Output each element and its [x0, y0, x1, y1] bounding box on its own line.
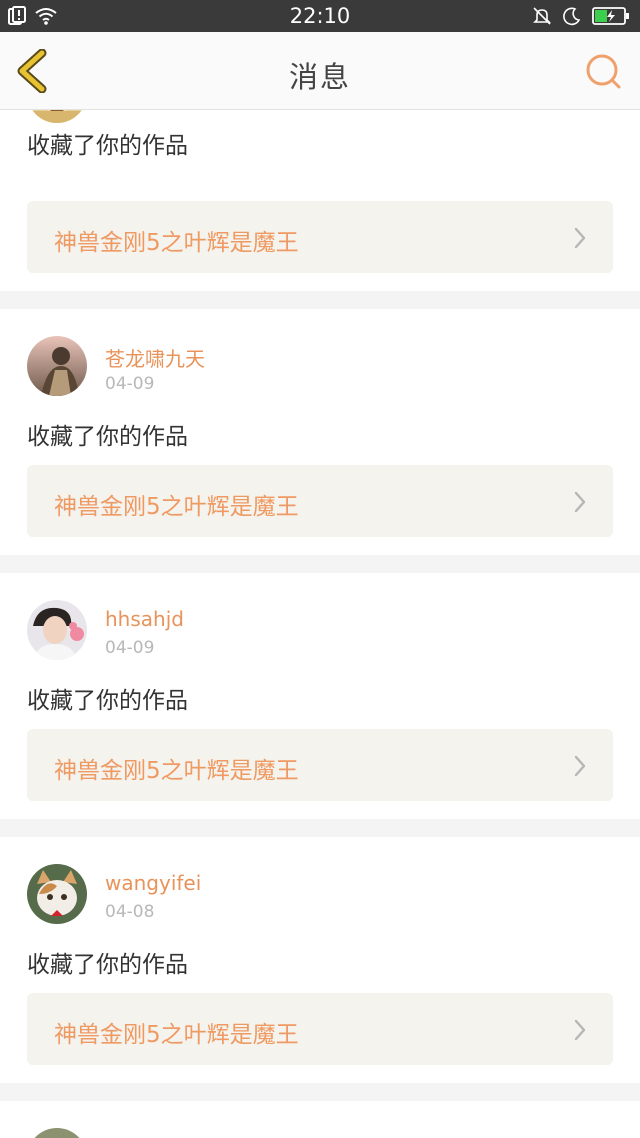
notification-card: wangyifei 04-08 收藏了你的作品 神兽金刚5之叶辉是魔王: [0, 837, 640, 1083]
notification-card: 苍龙啸九天 04-09 收藏了你的作品 神兽金刚5之叶辉是魔王: [0, 309, 640, 555]
username[interactable]: wangyifei: [105, 871, 201, 895]
work-title: 神兽金刚5之叶辉是魔王: [54, 494, 299, 520]
action-text: 收藏了你的作品: [27, 952, 188, 978]
chevron-right-icon: [574, 227, 586, 249]
notification-card: hhsahjd 04-09 收藏了你的作品 神兽金刚5之叶辉是魔王: [0, 573, 640, 819]
action-text: 收藏了你的作品: [27, 688, 188, 714]
battery-charging-icon: [592, 7, 629, 25]
status-right: [532, 5, 630, 27]
work-title: 神兽金刚5之叶辉是魔王: [54, 1022, 299, 1048]
app-header: 消息: [0, 32, 640, 110]
work-title: 神兽金刚5之叶辉是魔王: [54, 758, 299, 784]
work-link[interactable]: 神兽金刚5之叶辉是魔王: [27, 993, 613, 1065]
work-link[interactable]: 神兽金刚5之叶辉是魔王: [27, 201, 613, 273]
work-title: 神兽金刚5之叶辉是魔王: [54, 230, 299, 256]
moon-icon: [563, 7, 581, 26]
notification-card: [0, 1101, 640, 1138]
action-text: 收藏了你的作品: [27, 424, 188, 450]
chevron-right-icon: [574, 491, 586, 513]
date: 04-08: [105, 902, 155, 922]
avatar[interactable]: [27, 336, 87, 396]
date: 04-09: [105, 374, 155, 394]
search-button[interactable]: [584, 52, 624, 92]
mute-icon: [533, 7, 551, 25]
screen: 22:10 消息 收藏了你的作品 神兽金刚5之叶辉是魔王 苍龙啸九天 04-09…: [0, 0, 640, 1138]
chevron-right-icon: [574, 1019, 586, 1041]
avatar[interactable]: [27, 1128, 87, 1138]
action-text: 收藏了你的作品: [27, 133, 188, 159]
work-link[interactable]: 神兽金刚5之叶辉是魔王: [27, 729, 613, 801]
search-icon: [586, 54, 621, 89]
username[interactable]: hhsahjd: [105, 607, 184, 631]
username[interactable]: 苍龙啸九天: [105, 343, 205, 372]
avatar[interactable]: [27, 600, 87, 660]
date: 04-09: [105, 638, 155, 658]
work-link[interactable]: 神兽金刚5之叶辉是魔王: [27, 465, 613, 537]
chevron-right-icon: [574, 755, 586, 777]
avatar[interactable]: [27, 864, 87, 924]
status-bar: 22:10: [0, 0, 640, 32]
page-title: 消息: [288, 60, 351, 94]
